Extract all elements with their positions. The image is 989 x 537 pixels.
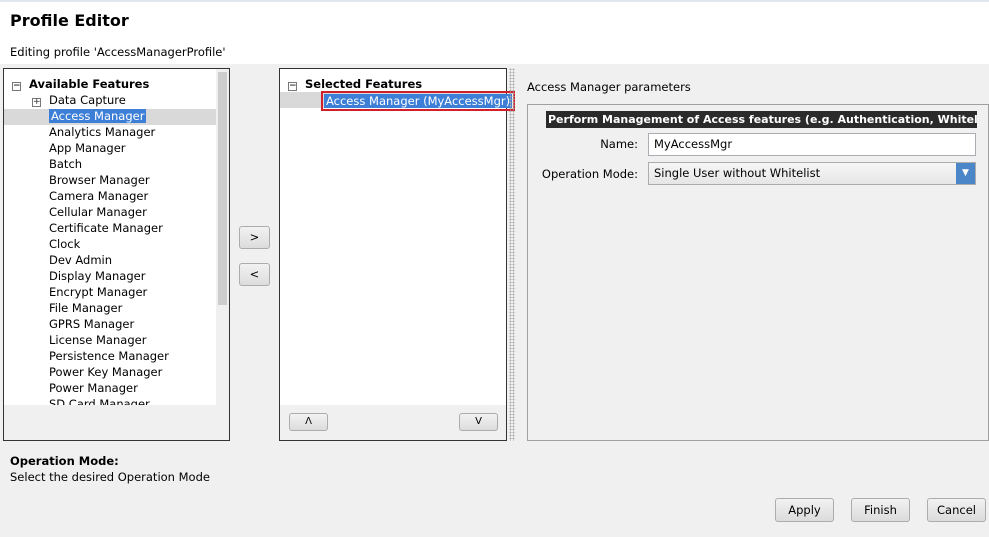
tree-item[interactable]: + Data Capture: [32, 92, 126, 108]
chevron-down-icon[interactable]: ▼: [956, 163, 975, 184]
tree-item[interactable]: Clock: [49, 236, 80, 252]
tree-item-label: App Manager: [49, 141, 126, 155]
tree-root-selected[interactable]: − Selected Features: [288, 76, 422, 92]
tree-item-label: Dev Admin: [49, 253, 113, 267]
tree-item[interactable]: Certificate Manager: [49, 220, 163, 236]
tree-root-label: Selected Features: [305, 77, 423, 91]
tree-item-label: Batch: [49, 157, 83, 171]
tree-item[interactable]: Power Key Manager: [49, 364, 162, 380]
tree-item-label: Access Manager: [49, 109, 147, 123]
tree-item[interactable]: GPRS Manager: [49, 316, 134, 332]
tree-root-available[interactable]: − Available Features: [12, 76, 149, 92]
tree-item-label: License Manager: [49, 333, 147, 347]
tree-item-label: SD Card Manager: [49, 397, 150, 405]
tree-item-label: GPRS Manager: [49, 317, 135, 331]
tree-root-label: Available Features: [29, 77, 150, 91]
tree-item-label: Analytics Manager: [49, 125, 156, 139]
collapse-icon[interactable]: −: [12, 82, 21, 91]
tree-item[interactable]: Access Manager: [49, 108, 147, 124]
finish-button[interactable]: Finish: [851, 498, 910, 522]
cancel-button[interactable]: Cancel: [927, 498, 986, 522]
move-up-button[interactable]: Λ: [289, 413, 328, 431]
tree-item[interactable]: Batch: [49, 156, 82, 172]
expand-icon[interactable]: +: [32, 98, 41, 107]
tree-item-label: Certificate Manager: [49, 221, 163, 235]
params-group: Perform Management of Access features (e…: [527, 104, 989, 441]
splitter-handle[interactable]: [509, 68, 515, 441]
tree-item[interactable]: Dev Admin: [49, 252, 112, 268]
tree-item[interactable]: SD Card Manager: [49, 396, 150, 405]
tree-item[interactable]: Browser Manager: [49, 172, 150, 188]
tree-item[interactable]: App Manager: [49, 140, 126, 156]
tree-item[interactable]: Cellular Manager: [49, 204, 147, 220]
tree-item[interactable]: Power Manager: [49, 380, 138, 396]
scrollbar[interactable]: [216, 69, 229, 405]
tree-item-label: Cellular Manager: [49, 205, 147, 219]
name-input[interactable]: MyAccessMgr: [648, 133, 976, 156]
operation-mode-label: Operation Mode:: [541, 167, 638, 181]
operation-mode-value: Single User without Whitelist: [654, 166, 821, 180]
selected-feature-item[interactable]: Access Manager (MyAccessMgr): [321, 91, 516, 111]
params-title: Access Manager parameters: [527, 80, 691, 94]
help-title: Operation Mode:: [10, 454, 119, 468]
tree-item-label: Encrypt Manager: [49, 285, 148, 299]
available-features-tree[interactable]: − Available Features + Data Capture Access …: [4, 69, 229, 405]
operation-mode-select[interactable]: Single User without Whitelist ▼: [648, 162, 976, 185]
tree-item[interactable]: License Manager: [49, 332, 146, 348]
available-features-panel: − Available Features + Data Capture Access …: [3, 68, 230, 441]
tree-item-label: Browser Manager: [49, 173, 150, 187]
page-subtitle: Editing profile 'AccessManagerProfile': [10, 45, 226, 59]
tree-item-label: File Manager: [49, 301, 123, 315]
tree-item[interactable]: Display Manager: [49, 268, 145, 284]
help-text: Select the desired Operation Mode: [10, 470, 210, 484]
tree-item-label: Persistence Manager: [49, 349, 169, 363]
tree-item[interactable]: Persistence Manager: [49, 348, 169, 364]
selected-feature-label: Access Manager (MyAccessMgr): [324, 94, 513, 108]
tree-item-label: Display Manager: [49, 269, 146, 283]
move-down-button[interactable]: V: [459, 413, 498, 431]
tree-item-label: Camera Manager: [49, 189, 149, 203]
collapse-icon[interactable]: −: [288, 82, 297, 91]
page-title: Profile Editor: [10, 11, 129, 30]
add-feature-button[interactable]: >: [239, 226, 270, 249]
tree-item[interactable]: File Manager: [49, 300, 122, 316]
tree-item[interactable]: Encrypt Manager: [49, 284, 147, 300]
tree-item-label: Power Key Manager: [49, 365, 163, 379]
remove-feature-button[interactable]: <: [239, 263, 270, 286]
tree-item[interactable]: Camera Manager: [49, 188, 148, 204]
tree-item-label: Clock: [49, 237, 81, 251]
name-label: Name:: [600, 137, 638, 151]
tree-item-label: Data Capture: [49, 93, 126, 107]
tree-item-label: Power Manager: [49, 381, 138, 395]
group-header: Perform Management of Access features (e…: [546, 111, 977, 128]
apply-button[interactable]: Apply: [775, 498, 834, 522]
selected-features-panel: − Selected Features Access Manager (MyAcc…: [279, 68, 516, 441]
selected-features-tree[interactable]: − Selected Features Access Manager (MyAcc…: [280, 69, 516, 405]
scrollbar-thumb[interactable]: [218, 72, 227, 305]
tree-item[interactable]: Analytics Manager: [49, 124, 155, 140]
